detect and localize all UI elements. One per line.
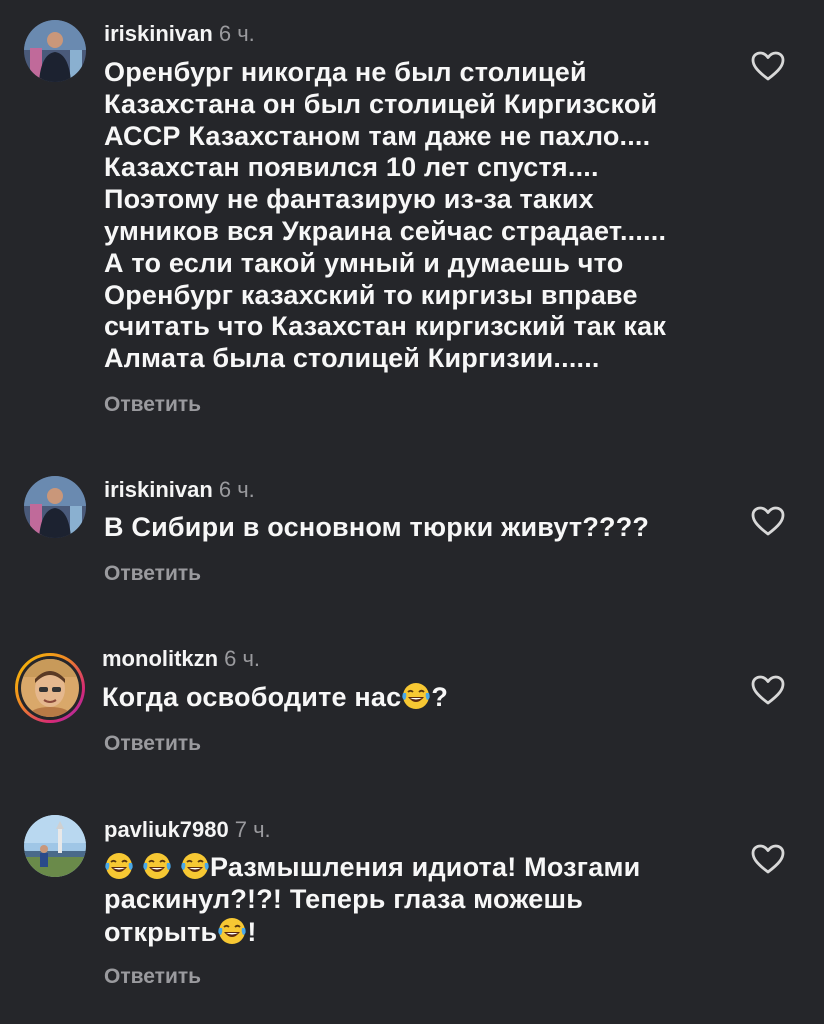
comment-text: Оренбург никогда не был столицей Казахст… (104, 57, 666, 375)
comment-text-line: умников вся Украина сейчас страдает.....… (104, 215, 667, 246)
comment-text-line: раскинул?!?! Теперь глаза можешь (104, 883, 584, 914)
reply-button[interactable]: Ответить (104, 562, 201, 586)
avatar-iriskinivan[interactable] (24, 476, 86, 538)
face-with-tears-of-joy-emoji (217, 916, 247, 946)
heart-outline-icon (751, 51, 785, 81)
reply-button[interactable]: Ответить (104, 732, 201, 756)
comment-text-line: Оренбург казахский то киргизы вправе (104, 279, 638, 310)
comment-text-line: Алмата была столицей Киргизии...... (104, 343, 600, 374)
like-button[interactable] (750, 843, 786, 875)
timestamp: 6 ч. (224, 646, 261, 671)
comment-header: pavliuk7980 7 ч. (104, 817, 271, 843)
username[interactable]: monolitkzn (102, 646, 218, 671)
avatar-monolitkzn[interactable] (15, 653, 85, 723)
comment-text-part: ! (247, 916, 257, 947)
username[interactable]: pavliuk7980 (104, 817, 229, 842)
comment-text: В Сибири в основном тюрки живут???? (104, 512, 650, 542)
avatar-iriskinivan[interactable] (24, 20, 86, 82)
comment-text-line: Оренбург никогда не был столицей (104, 57, 587, 87)
comment-text-line: АССР Казахстаном там даже не пахло.... (104, 120, 651, 151)
comment-header: monolitkzn 6 ч. (102, 646, 260, 672)
reply-button[interactable]: Ответить (104, 393, 201, 417)
heart-outline-icon (751, 675, 785, 705)
heart-outline-icon (751, 506, 785, 536)
comment-text: Когда освободите нас? (102, 681, 448, 714)
heart-outline-icon (751, 844, 785, 874)
comment-text-part: ? (431, 682, 449, 712)
comment-header: iriskinivan 6 ч. (104, 477, 255, 503)
face-with-tears-of-joy-emoji (104, 851, 134, 881)
comment-text-line: Размышления идиота! Мозгами (104, 851, 640, 884)
timestamp: 6 ч. (218, 21, 255, 46)
comment-text-line: Поэтому не фантазирую из-за таких (104, 184, 594, 215)
comment-text-line: открыть! (104, 916, 640, 949)
comment-text: Размышления идиота! Мозгами раскинул?!?!… (104, 851, 640, 948)
face-with-tears-of-joy-emoji (142, 851, 172, 881)
like-button[interactable] (750, 505, 786, 537)
comment-text-part: Размышления идиота! Мозгами (210, 852, 641, 882)
comment-header: iriskinivan 6 ч. (104, 21, 255, 47)
like-button[interactable] (750, 50, 786, 82)
reply-button[interactable]: Ответить (104, 965, 201, 989)
username[interactable]: iriskinivan (104, 477, 213, 502)
comment-text-line: Казахстан появился 10 лет спустя.... (104, 152, 599, 183)
comment-text-line: считать что Казахстан киргизский так как (104, 311, 667, 342)
comment-text-part: Когда освободите нас (102, 682, 402, 712)
comment-text-part: открыть (104, 916, 218, 947)
comment-text-line: Казахстана он был столицей Киргизской (104, 88, 658, 119)
timestamp: 6 ч. (218, 477, 255, 502)
face-with-tears-of-joy-emoji (401, 681, 431, 711)
like-button[interactable] (750, 674, 786, 706)
comment-text-line: А то если такой умный и думаешь что (104, 247, 624, 278)
avatar-pavliuk7980[interactable] (24, 815, 86, 877)
timestamp: 7 ч. (234, 817, 271, 842)
face-with-tears-of-joy-emoji (180, 851, 210, 881)
username[interactable]: iriskinivan (104, 21, 213, 46)
